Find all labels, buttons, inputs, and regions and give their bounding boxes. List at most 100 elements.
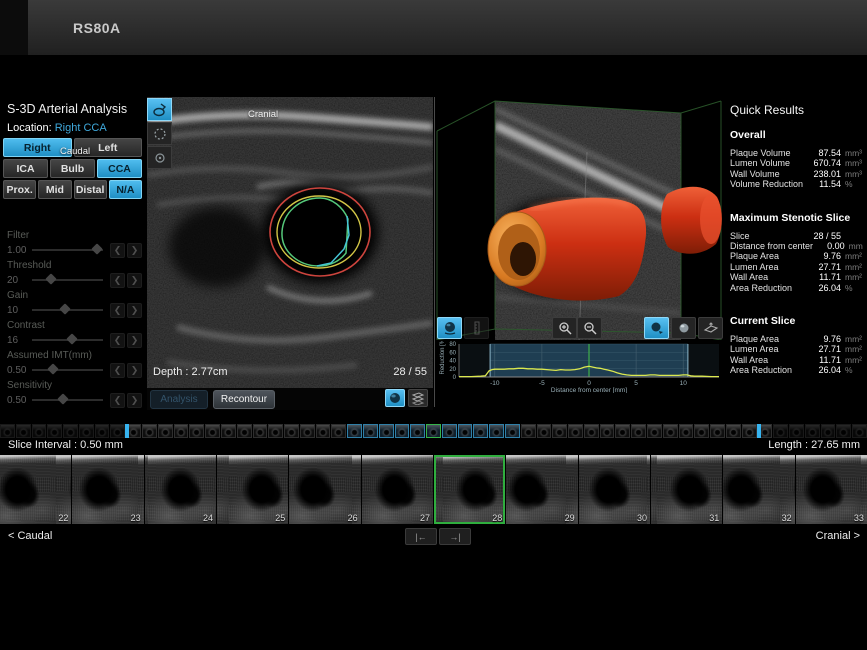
ultrasound-image[interactable] [147,97,433,388]
volume-render-button[interactable] [385,389,405,407]
overview-slice-15[interactable] [221,424,236,438]
overview-slice-1[interactable] [0,424,15,438]
slider-increment-threshold[interactable]: ❯ [127,273,142,288]
overview-slice-51[interactable] [789,424,804,438]
overview-slice-17[interactable] [253,424,268,438]
go-first-slice-button[interactable]: |← [405,528,437,545]
slider-track-assumed-imt-mm[interactable] [32,369,103,371]
overview-slice-55[interactable] [852,424,867,438]
slider-track-contrast[interactable] [32,339,103,341]
slider-thumb-threshold[interactable] [45,273,56,284]
overview-slice-31[interactable] [473,424,488,438]
overview-slice-33[interactable] [505,424,520,438]
sphere-view-button[interactable] [671,317,696,339]
overview-slice-37[interactable] [568,424,583,438]
position-button-distal[interactable]: Distal [74,180,107,199]
position-button-prox[interactable]: Prox. [3,180,36,199]
overview-slice-32[interactable] [489,424,504,438]
overview-slice-11[interactable] [158,424,173,438]
overview-slice-20[interactable] [300,424,315,438]
overview-slice-8[interactable] [110,424,125,438]
overview-slice-29[interactable] [442,424,457,438]
slice-overview-strip[interactable] [0,424,867,438]
overview-slice-42[interactable] [647,424,662,438]
overview-slice-10[interactable] [142,424,157,438]
overview-slice-48[interactable] [742,424,757,438]
slider-thumb-gain[interactable] [60,303,71,314]
overview-slice-13[interactable] [189,424,204,438]
slider-thumb-filter[interactable] [92,243,103,254]
slice-thumbnail-23[interactable]: 23 [72,455,143,524]
render-3d-view[interactable] [435,97,723,340]
slice-stack-button[interactable] [408,389,428,407]
segment-button-cca[interactable]: CCA [97,159,142,178]
overview-slice-22[interactable] [331,424,346,438]
overview-slice-16[interactable] [237,424,252,438]
recontour-button[interactable]: Recontour [213,390,275,409]
slider-track-gain[interactable] [32,309,103,311]
volume-rotate-button[interactable] [644,317,669,339]
slider-decrement-gain[interactable]: ❮ [110,303,125,318]
overview-slice-50[interactable] [773,424,788,438]
slider-track-sensitivity[interactable] [32,399,103,401]
overview-slice-38[interactable] [584,424,599,438]
overview-slice-35[interactable] [537,424,552,438]
slice-thumbnail-32[interactable]: 32 [723,455,794,524]
overview-slice-2[interactable] [16,424,31,438]
overview-slice-45[interactable] [694,424,709,438]
slider-decrement-filter[interactable]: ❮ [110,243,125,258]
overview-slice-34[interactable] [521,424,536,438]
slider-decrement-assumed-imt-mm[interactable]: ❮ [110,363,125,378]
pan-flat-button[interactable] [698,317,723,339]
slider-decrement-sensitivity[interactable]: ❮ [110,393,125,408]
segment-button-bulb[interactable]: Bulb [50,159,95,178]
slider-increment-contrast[interactable]: ❯ [127,333,142,348]
slider-increment-gain[interactable]: ❯ [127,303,142,318]
dashed-ellipse-button[interactable] [147,122,172,145]
slice-thumbnail-27[interactable]: 27 [362,455,433,524]
overview-slice-47[interactable] [726,424,741,438]
slice-thumbnail-31[interactable]: 31 [651,455,722,524]
overview-slice-26[interactable] [395,424,410,438]
slider-increment-sensitivity[interactable]: ❯ [127,393,142,408]
overview-slice-6[interactable] [79,424,94,438]
overview-slice-3[interactable] [32,424,47,438]
overview-slice-54[interactable] [836,424,851,438]
overview-slice-49[interactable] [758,424,773,438]
overview-slice-4[interactable] [47,424,62,438]
slider-track-threshold[interactable] [32,279,103,281]
slider-thumb-sensitivity[interactable] [58,393,69,404]
slider-increment-filter[interactable]: ❯ [127,243,142,258]
overview-slice-53[interactable] [821,424,836,438]
zoom-out-button[interactable] [577,317,602,339]
position-button-mid[interactable]: Mid [38,180,71,199]
overview-slice-12[interactable] [174,424,189,438]
ultrasound-image-panel[interactable] [147,97,433,388]
segment-button-ica[interactable]: ICA [3,159,48,178]
overview-slice-43[interactable] [663,424,678,438]
overview-slice-40[interactable] [615,424,630,438]
overview-slice-44[interactable] [679,424,694,438]
slider-thumb-assumed-imt-mm[interactable] [48,363,59,374]
overview-slice-14[interactable] [205,424,220,438]
analysis-button[interactable]: Analysis [150,390,208,409]
overview-slice-41[interactable] [631,424,646,438]
overview-slice-30[interactable] [458,424,473,438]
slider-decrement-threshold[interactable]: ❮ [110,273,125,288]
target-point-button[interactable] [147,146,172,169]
slice-thumbnail-30[interactable]: 30 [579,455,650,524]
go-last-slice-button[interactable]: →| [439,528,471,545]
contour-draw-button[interactable] [147,98,172,121]
slider-decrement-contrast[interactable]: ❮ [110,333,125,348]
slice-thumbnail-29[interactable]: 29 [506,455,577,524]
overview-slice-7[interactable] [95,424,110,438]
overview-slice-27[interactable] [410,424,425,438]
slice-thumbnail-28[interactable]: 28 [434,455,505,524]
overview-slice-39[interactable] [600,424,615,438]
overview-slice-36[interactable] [552,424,567,438]
overview-slice-18[interactable] [268,424,283,438]
overview-slice-9[interactable] [126,424,141,438]
overview-slice-28[interactable] [426,424,441,438]
slice-thumbnail-33[interactable]: 33 [796,455,867,524]
overview-slice-21[interactable] [316,424,331,438]
